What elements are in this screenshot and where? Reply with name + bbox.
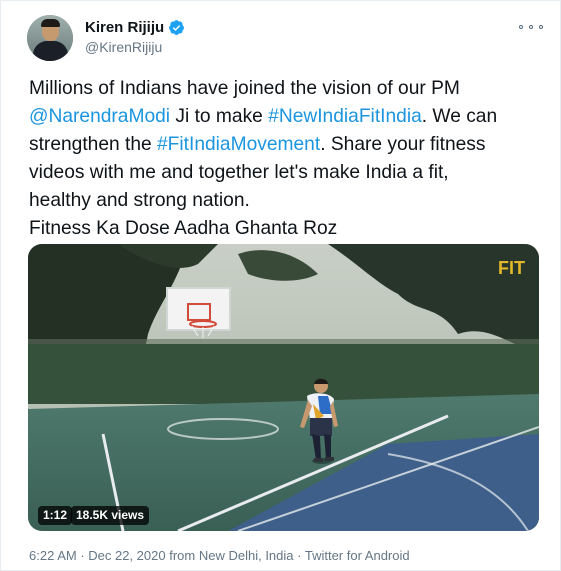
tweet-time[interactable]: 6:22 AM: [29, 548, 77, 563]
video-player[interactable]: FIT: [28, 244, 539, 531]
meta-separator: ·: [76, 548, 89, 563]
hashtag-link[interactable]: #FitIndiaMovement: [157, 134, 320, 155]
verified-badge-icon: [169, 20, 185, 35]
tweet-source[interactable]: Twitter for Android: [305, 548, 410, 563]
tweet-text-line: videos with me and together let's make I…: [29, 159, 549, 187]
video-thumbnail: FIT: [28, 244, 539, 531]
tweet-text-segment: strengthen the: [29, 134, 158, 155]
tweet-text-segment: Ji to make: [170, 106, 269, 127]
avatar[interactable]: [27, 15, 73, 61]
tweet-metadata: 6:22 AM · Dec 22, 2020 from New Delhi, I…: [29, 548, 410, 563]
tweet-text-segment: videos with me and together let's make I…: [29, 162, 449, 183]
tweet-text-segment: . Share your fitness: [320, 134, 486, 155]
tweet-text-line: Millions of Indians have joined the visi…: [29, 75, 549, 103]
meta-separator: ·: [293, 548, 305, 563]
tweet-text-line: Fitness Ka Dose Aadha Ghanta Roz: [29, 215, 549, 243]
video-duration-badge: 1:12: [38, 506, 73, 525]
tweet-location: from New Delhi, India: [169, 548, 294, 563]
tweet-text-segment: . We can: [421, 106, 498, 127]
tweet-text-segment: Fitness Ka Dose Aadha Ghanta Roz: [29, 218, 338, 239]
tweet-text: Millions of Indians have joined the visi…: [29, 75, 549, 243]
tweet-text-segment: Millions of Indians have joined the visi…: [29, 78, 460, 99]
author-display-name[interactable]: Kiren Rijiju: [85, 19, 164, 36]
author-name-row[interactable]: Kiren Rijiju: [85, 19, 185, 36]
video-views-badge: 18.5K views: [71, 506, 150, 525]
more-options-icon[interactable]: [519, 19, 543, 35]
tweet-text-line: healthy and strong nation.: [29, 187, 549, 215]
author-handle[interactable]: @KirenRijiju: [85, 39, 162, 55]
tweet-text-line: strengthen the #FitIndiaMovement. Share …: [29, 131, 549, 159]
tweet-text-line: @NarendraModi Ji to make #NewIndiaFitInd…: [29, 103, 549, 131]
fit-india-watermark: FIT: [498, 258, 525, 278]
tweet-card: Kiren Rijiju @KirenRijiju Millions of In…: [0, 0, 561, 571]
svg-text:FIT: FIT: [498, 258, 525, 278]
tweet-date[interactable]: Dec 22, 2020: [88, 548, 165, 563]
tweet-text-segment: healthy and strong nation.: [29, 190, 250, 211]
hashtag-link[interactable]: #NewIndiaFitIndia: [268, 106, 422, 127]
mention-link[interactable]: @NarendraModi: [29, 106, 170, 127]
